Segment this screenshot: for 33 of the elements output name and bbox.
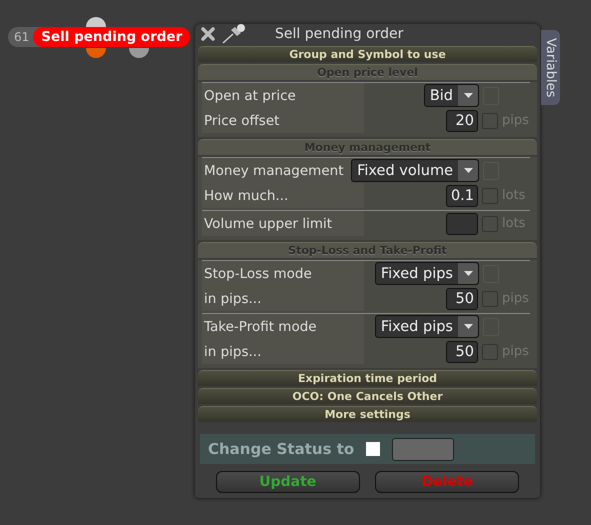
field-label: Open at price xyxy=(202,83,364,108)
number-field[interactable]: 50 xyxy=(446,288,478,310)
checkbox[interactable] xyxy=(366,442,380,456)
close-icon[interactable] xyxy=(201,27,215,41)
handle-icon[interactable] xyxy=(129,48,149,58)
section-header[interactable]: Group and Symbol to use xyxy=(198,46,537,62)
variables-tab[interactable]: Variables xyxy=(541,30,560,105)
caret-icon xyxy=(464,271,472,276)
pin-icon[interactable] xyxy=(221,24,247,44)
field-label: in pips... xyxy=(202,339,364,364)
handle-icon[interactable] xyxy=(86,48,106,58)
order-label[interactable]: Sell pending order xyxy=(33,27,190,47)
caret-icon xyxy=(464,93,472,98)
field-label: Volume upper limit xyxy=(202,211,364,236)
section-header[interactable]: OCO: One Cancels Other xyxy=(198,388,537,404)
number-field[interactable] xyxy=(446,212,478,234)
number-field[interactable]: 0.1 xyxy=(446,184,478,206)
field-label: Stop-Loss mode xyxy=(202,261,364,286)
window-title: Sell pending order xyxy=(275,26,404,42)
field-label: How much... xyxy=(202,183,364,208)
status-label: Change Status to xyxy=(208,440,354,458)
field-label: Money management xyxy=(202,158,352,183)
field-label: Take-Profit mode xyxy=(202,314,364,339)
caret-icon xyxy=(464,168,472,173)
section-header[interactable]: More settings xyxy=(198,406,537,422)
field-label: Price offset xyxy=(202,108,364,133)
number-field[interactable]: 20 xyxy=(446,110,478,132)
caret-icon xyxy=(464,324,472,329)
number-field[interactable]: 50 xyxy=(446,340,478,362)
field-label: in pips... xyxy=(202,286,364,311)
section-header[interactable]: Expiration time period xyxy=(198,370,537,386)
handle-icon[interactable] xyxy=(86,17,106,27)
color-field[interactable] xyxy=(392,438,454,460)
